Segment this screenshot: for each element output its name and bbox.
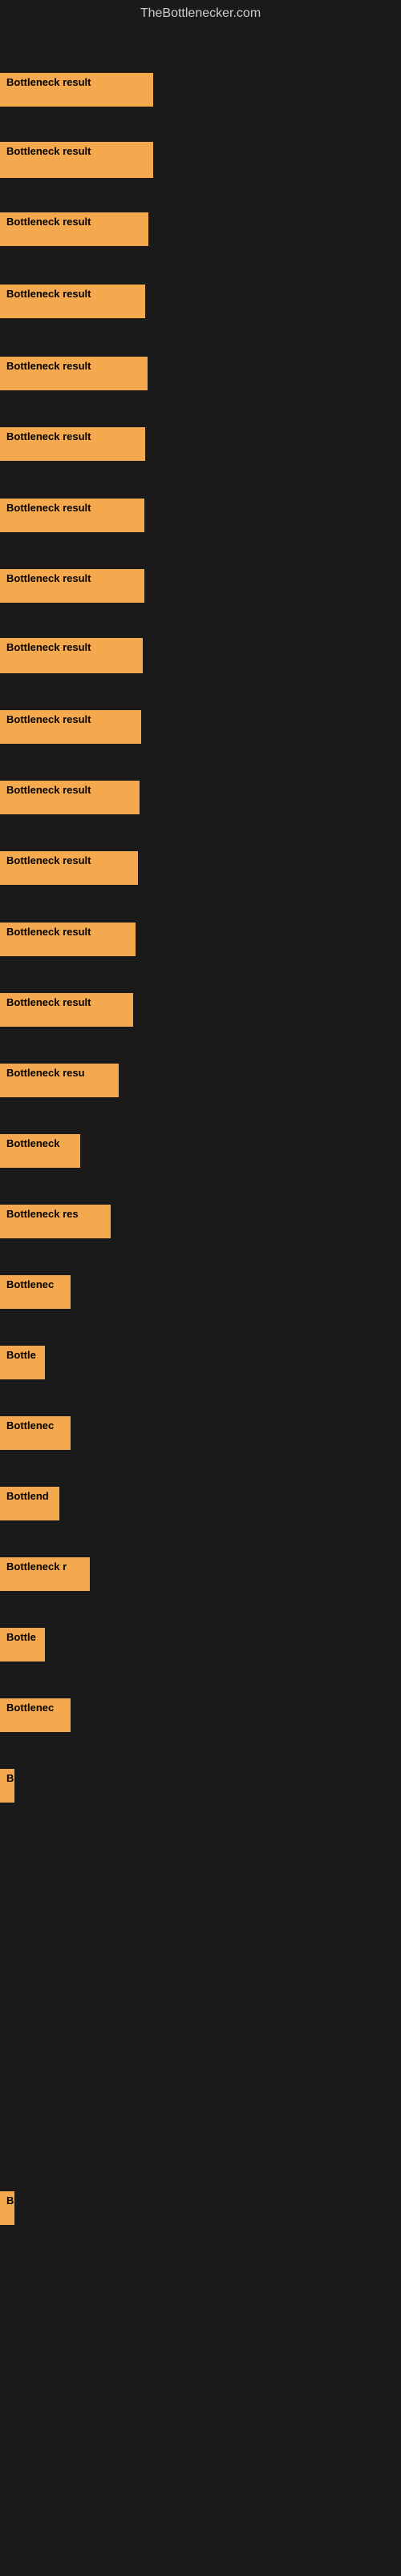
bottleneck-result-item: Bottleneck result [0,569,144,603]
bottleneck-result-item: Bottlenec [0,1698,71,1732]
bottleneck-result-item: Bottleneck result [0,923,136,956]
bottleneck-result-item: Bottle [0,1628,45,1661]
bottleneck-result-item: Bottleneck result [0,710,141,744]
bottleneck-result-item: Bottleneck res [0,1205,111,1238]
bottleneck-result-item: B [0,1769,14,1803]
bottleneck-result-item: Bottleneck result [0,285,145,318]
bottleneck-result-item: Bottleneck result [0,212,148,246]
bottleneck-result-item: Bottlenec [0,1416,71,1450]
bottleneck-result-item: Bottleneck result [0,499,144,532]
bottleneck-result-item: Bottleneck [0,1134,80,1168]
bottleneck-result-item: Bottleneck result [0,427,145,461]
bottleneck-result-item: Bottleneck result [0,993,133,1027]
bottleneck-list: Bottleneck result Bottleneck result Bottle… [0,27,401,2576]
bottleneck-result-item: B [0,2191,14,2225]
bottleneck-result-item: Bottleneck resu [0,1064,119,1097]
bottleneck-result-item: Bottleneck result [0,781,140,814]
bottleneck-result-item: Bottleneck result [0,142,153,178]
bottleneck-result-item: Bottlenec [0,1275,71,1309]
bottleneck-result-item: Bottle [0,1346,45,1379]
bottleneck-result-item: Bottleneck result [0,73,153,107]
bottleneck-result-item: Bottleneck result [0,851,138,885]
bottleneck-result-item: Bottleneck result [0,357,148,390]
bottleneck-result-item: Bottleneck r [0,1557,90,1591]
site-title: TheBottlenecker.com [0,0,401,27]
bottleneck-result-item: Bottleneck result [0,638,143,673]
bottleneck-result-item: Bottlend [0,1487,59,1520]
